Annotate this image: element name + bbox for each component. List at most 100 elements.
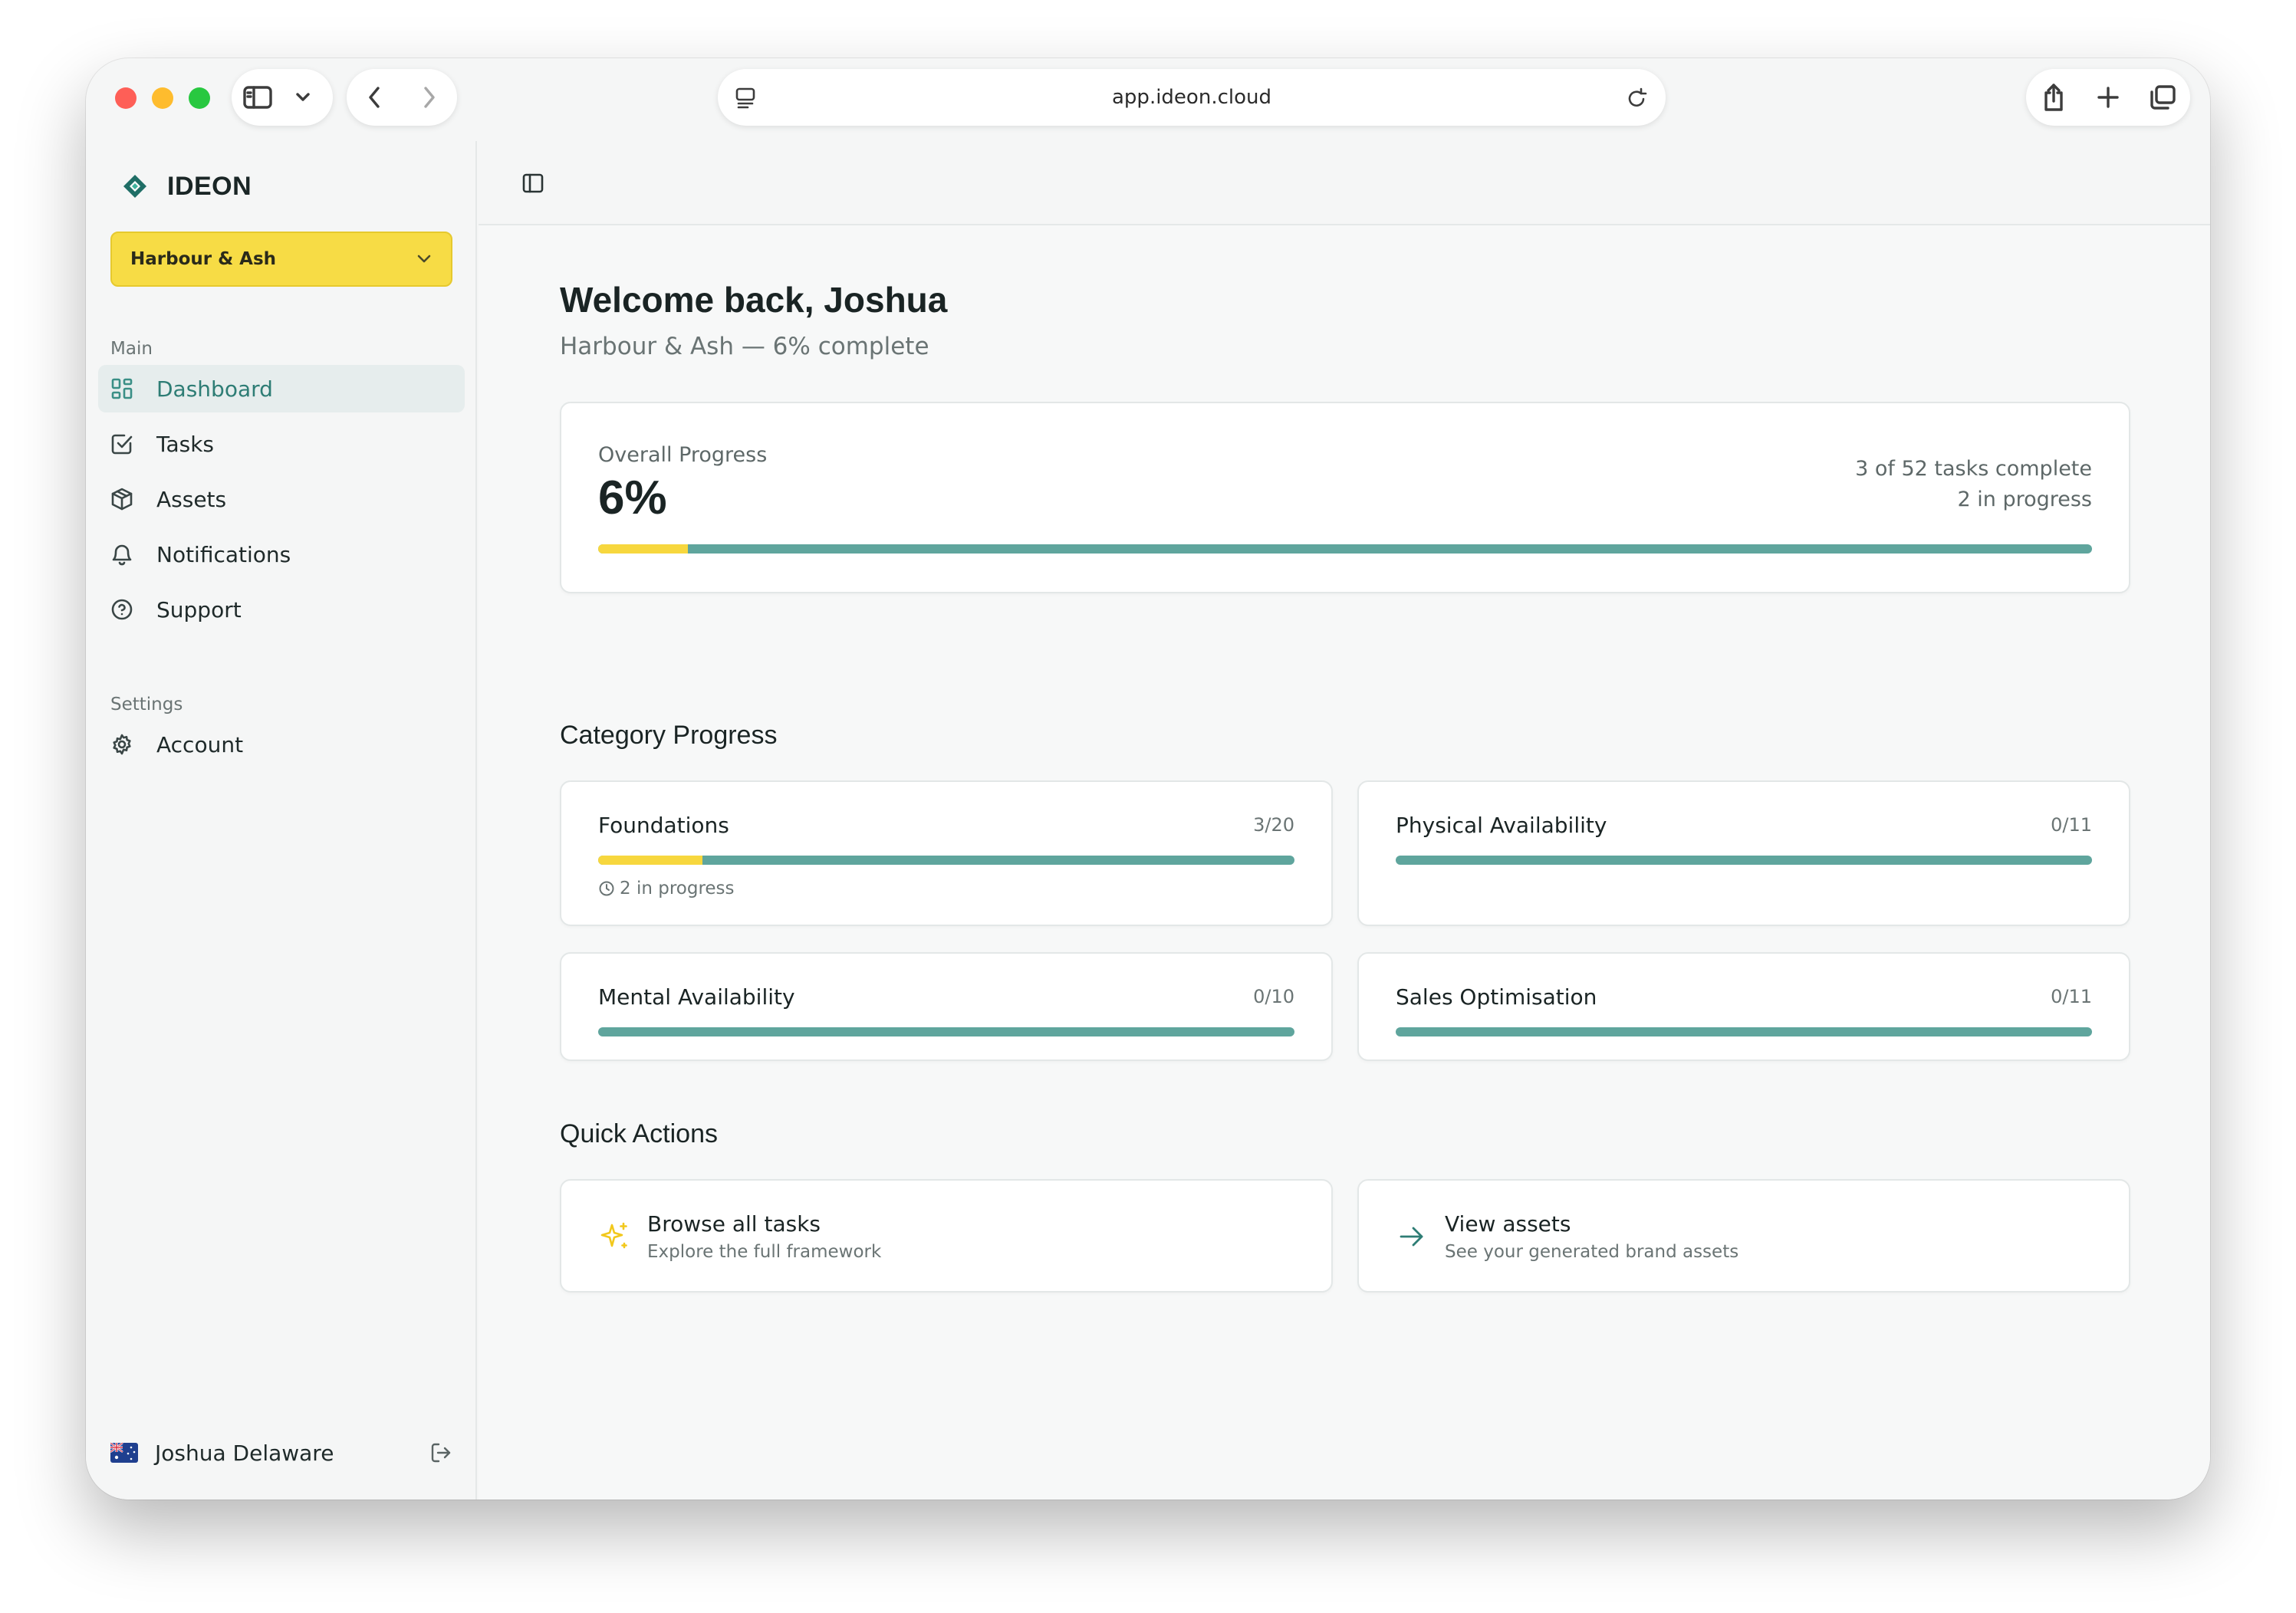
sidebar-item-tasks[interactable]: Tasks (98, 420, 465, 468)
quick-action-title: Browse all tasks (647, 1211, 821, 1237)
sidebar-toggle-icon[interactable] (521, 172, 544, 195)
chevron-down-icon (417, 255, 431, 263)
category-progress-title: Category Progress (560, 721, 778, 750)
minimize-window-button[interactable] (152, 87, 173, 109)
view-assets-card[interactable]: View assets See your generated brand ass… (1357, 1179, 2130, 1293)
logout-icon[interactable] (429, 1441, 452, 1464)
category-in-progress: 2 in progress (598, 879, 735, 898)
category-in-progress-text: 2 in progress (620, 879, 735, 898)
sidebar: IDEON Harbour & Ash Main Dashboard Tasks… (86, 141, 477, 1500)
window-controls (115, 87, 210, 109)
reload-icon[interactable] (1626, 87, 1647, 110)
tasks-complete-text: 3 of 52 tasks complete (1855, 457, 2092, 481)
overall-progress-bar (598, 544, 2092, 554)
overall-progress-card: Overall Progress 6% 3 of 52 tasks comple… (560, 402, 2130, 593)
organization-selector[interactable]: Harbour & Ash (110, 232, 452, 287)
sidebar-icon (243, 86, 272, 109)
category-progress-bar (1396, 1027, 2092, 1036)
browser-window: app.ideon.cloud IDEON Harbour & Ash Main… (86, 58, 2210, 1500)
main-content: Welcome back, Joshua Harbour & Ash — 6% … (479, 141, 2210, 1500)
history-nav-group (347, 69, 457, 126)
address-bar[interactable]: app.ideon.cloud (718, 69, 1666, 126)
category-count: 3/20 (1253, 814, 1294, 836)
cube-icon (111, 488, 133, 511)
clock-icon (599, 881, 614, 896)
overall-progress-percent: 6% (598, 471, 667, 524)
sidebar-item-support[interactable]: Support (98, 586, 465, 633)
overall-progress-stats: 3 of 52 tasks complete 2 in progress (1855, 454, 2092, 515)
category-progress-bar (598, 856, 1294, 865)
quick-action-description: See your generated brand assets (1445, 1242, 1739, 1262)
dashboard-icon (111, 378, 133, 399)
sidebar-item-label: Account (156, 731, 244, 757)
section-label-settings: Settings (110, 695, 183, 715)
browser-actions-group (2026, 69, 2190, 126)
category-progress-bar (1396, 856, 2092, 865)
chevron-right-icon (424, 87, 435, 108)
category-card-physical-availability[interactable]: Physical Availability 0/11 (1357, 780, 2130, 926)
brand[interactable]: IDEON (121, 172, 252, 202)
chevron-down-icon (296, 93, 310, 101)
category-name: Physical Availability (1396, 813, 1607, 838)
brand-name: IDEON (167, 172, 252, 201)
category-card-mental-availability[interactable]: Mental Availability 0/10 (560, 952, 1333, 1061)
category-name: Foundations (598, 813, 729, 838)
in-progress-text: 2 in progress (1957, 488, 2092, 511)
sidebar-item-label: Dashboard (156, 376, 273, 402)
sidebar-item-notifications[interactable]: Notifications (98, 531, 465, 578)
sidebar-item-label: Notifications (156, 541, 291, 567)
progress-fill (598, 856, 703, 865)
quick-action-title: View assets (1445, 1211, 1571, 1237)
quick-actions-title: Quick Actions (560, 1119, 718, 1148)
category-name: Mental Availability (598, 984, 795, 1010)
tab-overview-button[interactable] (2136, 69, 2189, 126)
zoom-window-button[interactable] (189, 87, 210, 109)
close-window-button[interactable] (115, 87, 137, 109)
user-name: Joshua Delaware (155, 1440, 334, 1466)
progress-fill (598, 544, 688, 554)
sidebar-item-assets[interactable]: Assets (98, 475, 465, 523)
category-card-sales-optimisation[interactable]: Sales Optimisation 0/11 (1357, 952, 2130, 1061)
share-button[interactable] (2028, 69, 2080, 126)
gear-icon (113, 734, 131, 755)
chevron-left-icon (369, 87, 380, 108)
url-text: app.ideon.cloud (1112, 86, 1271, 109)
bell-icon (112, 544, 132, 566)
share-icon (2044, 84, 2063, 111)
section-label-main: Main (110, 339, 153, 359)
overall-progress-label: Overall Progress (598, 443, 768, 467)
arrow-right-icon (1400, 1227, 1423, 1247)
user-profile[interactable]: Joshua Delaware (110, 1434, 452, 1472)
plus-icon (2097, 87, 2119, 108)
sidebar-toggle-group (232, 69, 333, 126)
tab-group-dropdown[interactable] (284, 69, 322, 126)
browse-all-tasks-card[interactable]: Browse all tasks Explore the full framew… (560, 1179, 1333, 1293)
sidebar-item-dashboard[interactable]: Dashboard (98, 365, 465, 412)
category-count: 0/10 (1253, 986, 1294, 1007)
quick-action-description: Explore the full framework (647, 1242, 882, 1262)
browser-sidebar-button[interactable] (232, 69, 284, 126)
back-button[interactable] (347, 69, 402, 126)
category-count: 0/11 (2051, 986, 2092, 1007)
page-subtitle: Harbour & Ash — 6% complete (560, 333, 929, 360)
forward-button[interactable] (402, 69, 457, 126)
organization-name: Harbour & Ash (130, 249, 277, 269)
main-header (479, 141, 2210, 225)
category-card-foundations[interactable]: Foundations 3/20 2 in progress (560, 780, 1333, 926)
page-settings-icon (735, 87, 755, 109)
sidebar-item-label: Support (156, 596, 242, 623)
checkbox-icon (111, 434, 133, 455)
ideon-logo-icon (123, 174, 146, 198)
category-progress-bar (598, 1027, 1294, 1036)
sidebar-item-account[interactable]: Account (98, 721, 465, 768)
sidebar-item-label: Assets (156, 486, 227, 512)
browser-toolbar: app.ideon.cloud (86, 58, 2210, 141)
sidebar-item-label: Tasks (156, 431, 215, 457)
new-tab-button[interactable] (2082, 69, 2134, 126)
sparkle-icon (600, 1222, 627, 1249)
australia-flag-icon (110, 1443, 138, 1463)
category-name: Sales Optimisation (1396, 984, 1597, 1010)
tabs-icon (2150, 85, 2176, 110)
help-icon (111, 599, 133, 620)
category-count: 0/11 (2051, 814, 2092, 836)
